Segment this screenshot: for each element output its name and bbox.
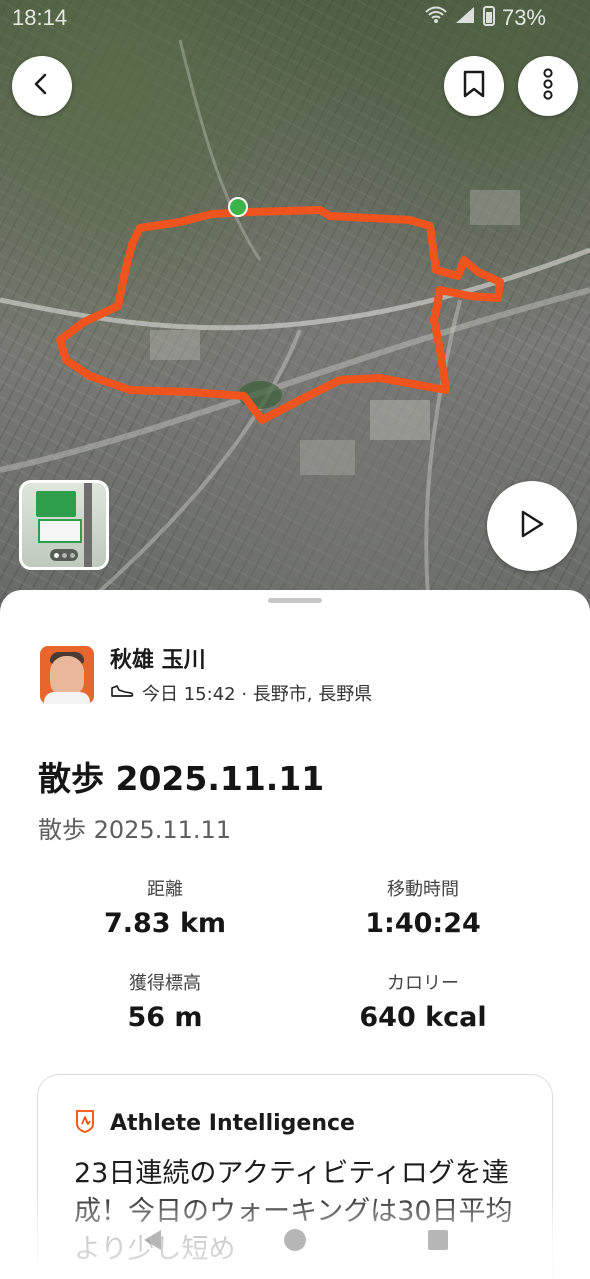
bookmark-icon	[461, 70, 487, 102]
shoe-icon	[110, 683, 142, 704]
activity-title: 散歩 2025.11.11	[38, 759, 325, 798]
battery-icon	[482, 4, 496, 32]
athlete-name[interactable]: 秋雄 玉川	[110, 646, 372, 676]
stat-label: 距離	[147, 879, 183, 900]
battery-level: 73%	[501, 5, 546, 30]
status-bar: 18:14 73%	[0, 0, 590, 36]
stat-value: 7.83 km	[103, 908, 227, 939]
athlete-intelligence-title: Athlete Intelligence	[110, 1110, 355, 1136]
stat-distance: 距離 7.83 km	[40, 878, 290, 939]
stat-moving-time: 移動時間 1:40:24	[298, 878, 548, 939]
route-map[interactable]: 18:14 73%	[0, 0, 590, 620]
sheet-drag-handle[interactable]	[268, 598, 322, 603]
photo-sign-graphic	[38, 519, 82, 543]
chevron-left-icon	[30, 72, 54, 100]
status-time: 18:14	[12, 5, 68, 30]
stat-value: 640 kcal	[359, 1002, 487, 1033]
wifi-icon	[424, 5, 448, 31]
stat-elevation-gain: 獲得標高 56 m	[40, 972, 290, 1033]
system-navigation-bar	[0, 1222, 590, 1262]
activity-description: 散歩 2025.11.11	[38, 816, 232, 844]
athlete-header[interactable]: 秋雄 玉川 今日 15:42 · 長野市, 長野県	[40, 646, 372, 706]
nav-home-icon[interactable]	[283, 1228, 307, 1256]
back-button[interactable]	[12, 56, 72, 116]
photo-pole-graphic	[84, 483, 92, 567]
stat-value: 1:40:24	[365, 908, 481, 939]
activity-photo-thumbnail[interactable]	[19, 480, 109, 570]
more-options-button[interactable]	[518, 56, 578, 116]
play-icon	[519, 509, 545, 543]
stat-label: 移動時間	[387, 879, 459, 900]
stat-label: 獲得標高	[129, 973, 201, 994]
activity-time-location: 今日 15:42 · 長野市, 長野県	[142, 684, 373, 705]
photo-pager-dots	[50, 549, 78, 561]
bookmark-button[interactable]	[444, 56, 504, 116]
vertical-dots-icon	[543, 68, 553, 104]
nav-recents-icon[interactable]	[427, 1229, 449, 1255]
avatar[interactable]	[40, 646, 94, 704]
play-flyover-button[interactable]	[487, 481, 577, 571]
signal-icon	[454, 5, 476, 31]
stat-label: カロリー	[387, 973, 459, 994]
activity-detail-sheet: 秋雄 玉川 今日 15:42 · 長野市, 長野県 散歩 2025.11.11 …	[0, 590, 590, 1279]
athlete-intelligence-icon	[74, 1109, 96, 1137]
stat-calories: カロリー 640 kcal	[298, 972, 548, 1033]
photo-sign-graphic	[36, 491, 76, 517]
nav-back-icon[interactable]	[141, 1228, 163, 1256]
stat-value: 56 m	[127, 1002, 203, 1033]
